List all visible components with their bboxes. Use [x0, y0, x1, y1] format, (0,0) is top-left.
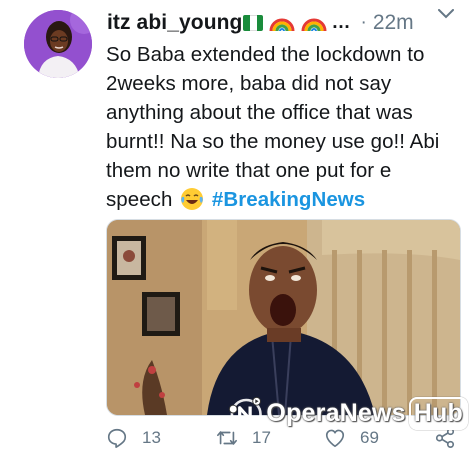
rainbow-icon	[269, 18, 295, 32]
reply-action[interactable]: 13	[106, 427, 161, 449]
display-name[interactable]: itz abi_young	[107, 11, 242, 35]
tweet-text-line: burnt!! Na so the money use go!! Abi	[106, 130, 440, 153]
tweet-text-line: So Baba extended the lockdown to	[106, 43, 425, 66]
tweet-text: So Baba extended the lockdown to 2weeks …	[106, 40, 466, 214]
hashtag-link[interactable]: #BreakingNews	[212, 188, 365, 211]
name-ellipsis: …	[331, 12, 351, 33]
tweet-text-line: anything about the office that was	[106, 101, 413, 124]
watermark-brand: OperaNews	[266, 398, 406, 427]
tweet-text-line-last: speech #BreakingNews	[106, 185, 466, 214]
opera-news-logo-icon	[228, 396, 262, 430]
rainbow-icon	[301, 18, 327, 32]
reply-count: 13	[142, 428, 161, 447]
chevron-down-icon[interactable]	[438, 9, 454, 19]
separator-dot: ·	[360, 12, 367, 33]
nigeria-flag-icon	[243, 15, 264, 31]
watermark: OperaNews Hub	[228, 383, 468, 443]
tweet-text-line: them no write that one put for e	[106, 159, 392, 182]
tears-of-joy-emoji-icon	[181, 188, 204, 210]
tweet-text-line: 2weeks more, baba did not say	[106, 72, 392, 95]
watermark-suffix: Hub	[408, 396, 468, 430]
tweet-text-word: speech	[106, 188, 173, 211]
reply-icon	[107, 428, 127, 448]
tweet[interactable]: itz abi_young … · 22m So Baba extended t…	[0, 0, 476, 462]
tweet-header: itz abi_young … · 22m	[107, 9, 468, 37]
avatar[interactable]	[24, 10, 92, 78]
timestamp[interactable]: 22m	[373, 11, 414, 35]
